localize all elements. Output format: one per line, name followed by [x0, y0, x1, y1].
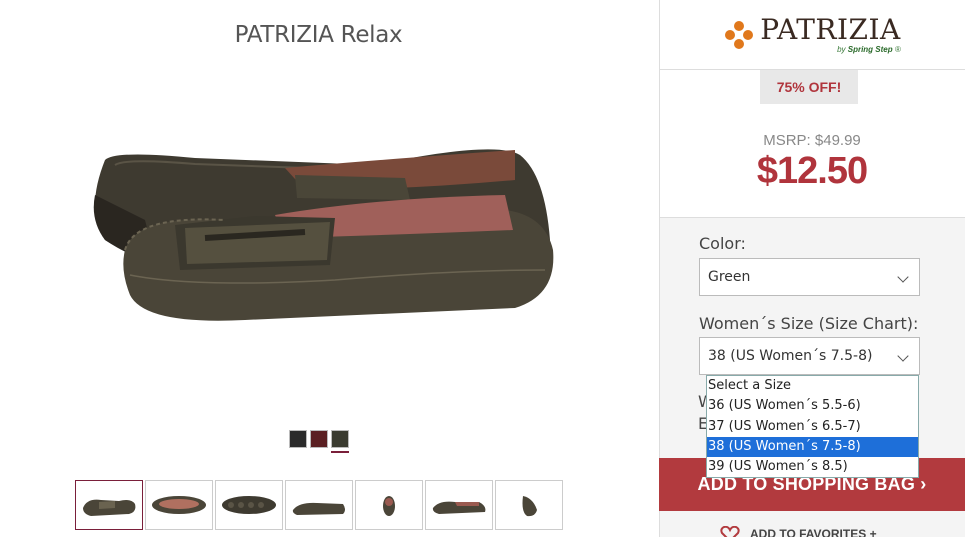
add-to-favorites-label: ADD TO FAVORITES +: [750, 527, 877, 537]
size-option-38[interactable]: 38 (US Women´s 7.5-8): [707, 436, 918, 458]
thumbnail-shoe-icon: [222, 496, 276, 514]
thumbnail-5[interactable]: [355, 480, 423, 530]
add-to-favorites[interactable]: ADD TO FAVORITES +: [720, 526, 877, 537]
size-option-39[interactable]: 39 (US Women´s 8.5): [707, 457, 918, 477]
thumbnail-shoe-icon: [383, 496, 395, 516]
thumbnail-4[interactable]: [285, 480, 353, 530]
size-label: Women´s Size (Size Chart):: [699, 314, 919, 333]
thumbnail-shoe-icon: [83, 499, 136, 516]
size-select-value: 38 (US Women´s 7.5-8): [708, 348, 873, 364]
chevron-down-icon: [897, 271, 909, 283]
color-swatches: [289, 430, 349, 453]
thumbnail-6[interactable]: [425, 480, 493, 530]
chevron-down-icon: [897, 350, 909, 362]
product-title: PATRIZIA Relax: [234, 22, 403, 48]
thumbnail-shoe-icon: [432, 501, 486, 514]
brand-logo: PATRIZIA by Spring Step ®: [660, 0, 965, 70]
flower-logo-icon: [725, 20, 754, 49]
msrp-price: MSRP: $49.99: [763, 132, 861, 149]
swatch-black[interactable]: [289, 430, 307, 448]
color-select-value: Green: [708, 269, 751, 285]
thumbnail-shoe-icon: [292, 502, 345, 515]
discount-badge: 75% OFF!: [760, 70, 858, 104]
size-option-37[interactable]: 37 (US Women´s 6.5-7): [707, 417, 918, 437]
thumbnail-1[interactable]: [75, 480, 143, 530]
thumbnail-shoe-icon: [522, 496, 537, 517]
sale-price: $12.50: [756, 150, 868, 192]
color-select[interactable]: Green: [699, 258, 920, 296]
size-option-36[interactable]: 36 (US Women´s 5.5-6): [707, 396, 918, 416]
size-dropdown-list: Select a Size 36 (US Women´s 5.5-6) 37 (…: [706, 375, 919, 479]
thumbnail-7[interactable]: [495, 480, 563, 530]
heart-icon: [720, 526, 740, 537]
product-main-image[interactable]: [75, 120, 565, 350]
thumbnail-strip: [75, 480, 563, 530]
thumbnail-shoe-icon: [152, 496, 206, 514]
thumbnail-3[interactable]: [215, 480, 283, 530]
size-select[interactable]: 38 (US Women´s 7.5-8): [699, 337, 920, 375]
thumbnail-2[interactable]: [145, 480, 213, 530]
brand-name: PATRIZIA: [760, 12, 901, 46]
swatch-burgundy[interactable]: [310, 430, 328, 448]
size-option-placeholder[interactable]: Select a Size: [707, 376, 918, 396]
color-label: Color:: [699, 234, 746, 253]
swatch-green[interactable]: [331, 430, 349, 453]
brand-subtitle: by Spring Step ®: [837, 44, 901, 54]
